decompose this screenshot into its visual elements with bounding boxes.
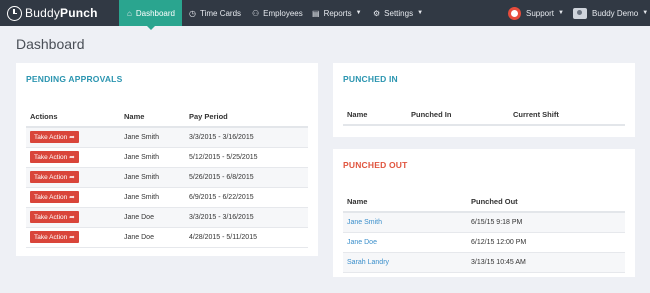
header-name: Name [343,191,467,213]
nav-user-label: Buddy Demo [592,8,639,18]
punched-in-card: PUNCHED IN Name Punched In Current Shift [333,63,635,137]
pending-approvals-title: PENDING APPROVALS [26,74,123,84]
folder-icon: ▤ [312,8,320,18]
punched-out-card: PUNCHED OUT Name Punched Out Jane Smith … [333,149,635,277]
row-name: Jane Smith [120,187,185,208]
table-row: Sarah Landry 3/13/15 10:45 AM [343,252,625,273]
employee-link[interactable]: Jane Smith [347,219,382,226]
header-name: Name [120,106,185,128]
clock-icon: ◷ [189,8,196,18]
take-action-button[interactable]: Take Action ➦ [30,191,79,203]
employee-link[interactable]: Sarah Landry [347,259,389,266]
row-name: Jane Doe [120,227,185,248]
nav-support-label: Support [526,8,555,18]
row-period: 3/3/2015 - 3/16/2015 [185,207,308,228]
chevron-down-icon: ▼ [642,10,649,16]
table-row: Take Action ➦ Jane Smith 3/3/2015 - 3/16/… [26,127,308,148]
header-current-shift: Current Shift [509,104,625,126]
take-action-button[interactable]: Take Action ➦ [30,131,79,144]
table-row: Take Action ➦ Jane Doe 4/28/2015 - 5/11/2… [26,227,308,248]
brand-name-part1: Buddy [25,6,61,20]
row-period: 4/28/2015 - 5/11/2015 [185,227,308,248]
header-actions: Actions [26,106,120,128]
row-name: Jane Smith [120,147,185,168]
table-header-row: Name Punched In Current Shift [343,104,625,126]
punched-in-title: PUNCHED IN [343,74,398,84]
table-header-row: Name Punched Out [343,191,625,213]
nav-settings[interactable]: ⚙ Settings ▼ [373,0,423,26]
nav-dashboard-label: Dashboard [135,8,175,18]
table-row: Take Action ➦ Jane Doe 3/3/2015 - 3/16/20… [26,207,308,228]
nav-employees-label: Employees [263,8,303,18]
punched-out-title: PUNCHED OUT [343,160,408,170]
nav-reports[interactable]: ▤ Reports ▼ [312,0,362,26]
take-action-button[interactable]: Take Action ➦ [30,211,79,223]
gear-icon: ⚙ [373,8,381,18]
share-arrow-icon: ➦ [69,134,75,142]
nav-time-cards-label: Time Cards [199,8,242,18]
share-arrow-icon: ➦ [69,154,75,161]
row-period: 5/26/2015 - 6/8/2015 [185,167,308,188]
punched-in-table: Name Punched In Current Shift [343,104,625,126]
nav-employees[interactable]: ⚇ Employees [252,0,303,26]
table-header-row: Actions Name Pay Period [26,106,308,128]
row-punched-out-time: 3/13/15 10:45 AM [467,252,625,273]
nav-settings-label: Settings [384,8,414,18]
users-icon: ⚇ [252,8,260,18]
share-arrow-icon: ➦ [69,174,75,181]
clock-logo-icon [7,5,22,21]
header-name: Name [343,104,407,126]
chevron-down-icon: ▼ [417,10,424,16]
table-row: Jane Doe 6/12/15 12:00 PM [343,232,625,253]
row-period: 6/9/2015 - 6/22/2015 [185,187,308,208]
nav-dashboard[interactable]: ⌂ Dashboard [119,0,182,30]
row-punched-out-time: 6/15/15 9:18 PM [467,212,625,233]
nav-support[interactable]: Support ▼ [508,0,564,26]
brand-logo[interactable]: BuddyPunch [7,4,98,22]
lifebuoy-icon [508,6,521,20]
pending-approvals-card: PENDING APPROVALS Actions Name Pay Perio… [16,63,318,256]
share-arrow-icon: ➦ [69,214,75,221]
row-period: 5/12/2015 - 5/25/2015 [185,147,308,168]
header-pay-period: Pay Period [185,106,308,128]
pending-approvals-table: Actions Name Pay Period Take Action ➦ Jan… [26,106,308,248]
header-punched-in: Punched In [407,104,509,126]
row-name: Jane Doe [120,207,185,228]
header-punched-out: Punched Out [467,191,625,213]
chevron-down-icon: ▼ [355,10,362,16]
employee-link[interactable]: Jane Doe [347,239,377,246]
home-icon: ⌂ [127,8,132,18]
page-title: Dashboard [16,36,85,52]
table-row: Take Action ➦ Jane Smith 5/26/2015 - 6/8/… [26,167,308,188]
take-action-button[interactable]: Take Action ➦ [30,151,79,163]
nav-time-cards[interactable]: ◷ Time Cards [189,0,241,26]
take-action-button[interactable]: Take Action ➦ [30,171,79,183]
table-row: Take Action ➦ Jane Smith 5/12/2015 - 5/25… [26,147,308,168]
avatar-icon [573,7,587,19]
nav-user-menu[interactable]: Buddy Demo ▼ [573,0,648,26]
row-name: Jane Smith [120,127,185,148]
table-row: Jane Smith 6/15/15 9:18 PM [343,212,625,233]
chevron-down-icon: ▼ [558,10,564,16]
share-arrow-icon: ➦ [69,194,75,201]
top-navbar: BuddyPunch ⌂ Dashboard ◷ Time Cards ⚇ Em… [0,0,650,30]
row-name: Jane Smith [120,167,185,188]
punched-out-table: Name Punched Out Jane Smith 6/15/15 9:18… [343,191,625,273]
brand-name-part2: Punch [60,6,98,20]
nav-reports-label: Reports [323,8,352,18]
table-row: Take Action ➦ Jane Smith 6/9/2015 - 6/22/… [26,187,308,208]
row-period: 3/3/2015 - 3/16/2015 [185,127,308,148]
share-arrow-icon: ➦ [69,234,75,241]
row-punched-out-time: 6/12/15 12:00 PM [467,232,625,253]
take-action-button[interactable]: Take Action ➦ [30,231,79,243]
